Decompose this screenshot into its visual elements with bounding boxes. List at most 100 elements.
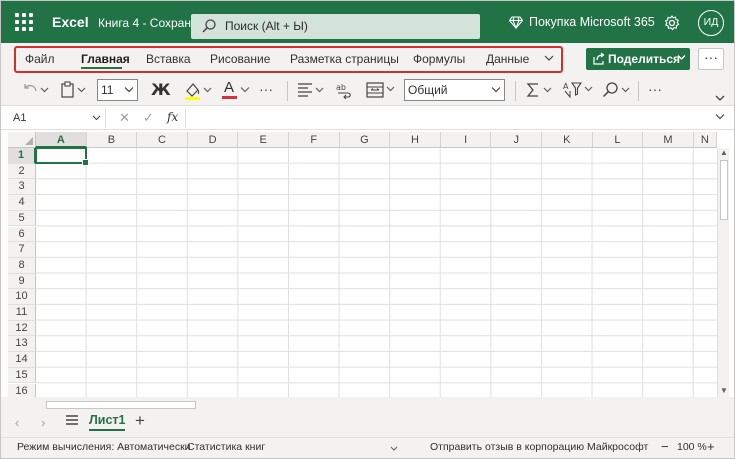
font-size-dropdown[interactable]: 11	[97, 79, 138, 101]
paste-icon[interactable]	[59, 81, 89, 99]
row-header[interactable]: 14	[8, 352, 36, 368]
formula-input[interactable]	[185, 109, 715, 128]
row-header[interactable]: 1	[8, 148, 36, 164]
name-box[interactable]: A1	[8, 109, 106, 128]
next-sheet-icon[interactable]: ›	[41, 415, 45, 430]
column-header[interactable]: D	[187, 132, 239, 148]
add-sheet-button[interactable]: +	[135, 411, 145, 431]
row-header[interactable]: 5	[8, 210, 36, 227]
tab-home[interactable]: Главная	[81, 52, 130, 66]
chevron-down-icon	[491, 87, 501, 93]
zoom-level[interactable]: 100 %	[677, 441, 707, 453]
fill-color-icon[interactable]	[183, 80, 213, 102]
zoom-out-button[interactable]: −	[661, 439, 669, 454]
scroll-up-icon[interactable]: ▲	[720, 148, 728, 157]
more-commands-icon[interactable]: ···	[648, 81, 662, 97]
sheet-tab[interactable]: Лист1	[89, 413, 126, 431]
vertical-scroll-thumb[interactable]	[720, 160, 728, 220]
number-format-dropdown[interactable]: Общий	[404, 79, 505, 101]
expand-formula-bar-icon[interactable]	[715, 113, 725, 120]
column-header[interactable]: L	[592, 132, 644, 148]
previous-sheet-icon[interactable]: ‹	[15, 415, 19, 430]
document-name[interactable]: Книга 4 - Сохранено	[98, 16, 198, 30]
buy-microsoft-365-link[interactable]: Покупка Microsoft 365	[508, 15, 655, 30]
tab-data[interactable]: Данные	[486, 52, 529, 66]
status-bar: Режим вычисления: Автоматически Статисти…	[1, 437, 734, 458]
row-header[interactable]: 11	[8, 305, 36, 321]
tab-formulas[interactable]: Формулы	[413, 52, 465, 66]
tab-file[interactable]: Файл	[25, 52, 55, 66]
feedback-link[interactable]: Отправить отзыв в корпорацию Майкрософт	[430, 441, 648, 453]
column-header[interactable]: H	[390, 132, 441, 148]
horizontal-scrollbar[interactable]	[36, 399, 717, 411]
row-header[interactable]: 4	[8, 195, 36, 211]
vertical-scrollbar[interactable]: ▲ ▼	[717, 148, 729, 397]
row-header[interactable]: 2	[8, 163, 36, 180]
search-placeholder: Поиск (Alt + Ы)	[225, 19, 308, 33]
sort-filter-icon[interactable]: A	[562, 80, 594, 100]
gear-icon[interactable]	[664, 15, 680, 31]
app-name[interactable]: Excel	[52, 14, 89, 30]
more-font-options-icon[interactable]: ···	[259, 81, 273, 97]
avatar[interactable]: ИД	[698, 10, 724, 36]
row-header[interactable]: 13	[8, 336, 36, 353]
column-header[interactable]: A	[36, 132, 87, 148]
all-sheets-menu-icon[interactable]	[65, 414, 79, 426]
column-header[interactable]: E	[238, 132, 289, 148]
row-header[interactable]: 3	[8, 179, 36, 196]
column-header[interactable]: J	[491, 132, 542, 148]
cancel-icon[interactable]: ✕	[119, 110, 130, 126]
row-header[interactable]: 10	[8, 289, 36, 305]
app-launcher-icon[interactable]	[15, 13, 33, 31]
row-header[interactable]: 8	[8, 257, 36, 274]
more-options-button[interactable]: ···	[698, 48, 724, 70]
share-button[interactable]: Поделиться	[586, 48, 690, 70]
column-header[interactable]: G	[339, 132, 391, 148]
row-header[interactable]: 9	[8, 273, 36, 290]
find-icon[interactable]	[601, 81, 633, 99]
tab-page-layout[interactable]: Разметка страницы	[290, 52, 399, 66]
diamond-icon	[508, 16, 524, 30]
tab-draw[interactable]: Рисование	[210, 52, 270, 66]
svg-text:A: A	[563, 82, 569, 91]
expand-ribbon-icon[interactable]	[715, 94, 725, 102]
undo-icon[interactable]	[21, 82, 49, 98]
autosum-icon[interactable]	[525, 81, 555, 99]
chevron-down-icon[interactable]	[543, 52, 555, 64]
horizontal-scroll-thumb[interactable]	[46, 401, 196, 409]
zoom-in-button[interactable]: +	[707, 439, 715, 454]
tab-insert[interactable]: Вставка	[146, 52, 191, 66]
chevron-down-icon[interactable]	[390, 446, 398, 451]
wrap-text-icon[interactable]: ab	[335, 81, 353, 99]
column-header[interactable]: I	[440, 132, 492, 148]
align-icon[interactable]	[297, 82, 327, 98]
calculation-mode[interactable]: Режим вычисления: Автоматически	[17, 441, 191, 453]
column-header[interactable]: M	[643, 132, 694, 148]
row-header[interactable]: 6	[8, 226, 36, 243]
scroll-down-icon[interactable]: ▼	[720, 386, 728, 395]
cell-grid[interactable]	[36, 148, 717, 397]
font-color-button[interactable]: A	[221, 79, 253, 101]
check-icon[interactable]: ✓	[143, 110, 154, 126]
row-header[interactable]: 15	[8, 367, 36, 384]
toolbar-separator	[515, 81, 516, 101]
active-cell[interactable]	[35, 147, 89, 166]
row-header[interactable]: 12	[8, 320, 36, 337]
column-header[interactable]: F	[289, 132, 340, 148]
merge-cells-icon[interactable]	[365, 81, 397, 99]
workbook-statistics[interactable]: Статистика книг	[187, 441, 265, 453]
column-header[interactable]: K	[542, 132, 593, 148]
search-box[interactable]: Поиск (Alt + Ы)	[191, 14, 480, 39]
insert-function-button[interactable]: fx	[167, 110, 178, 124]
column-header[interactable]: C	[137, 132, 188, 148]
column-header[interactable]: B	[86, 132, 138, 148]
font-size-value: 11	[101, 83, 114, 97]
select-all-button[interactable]	[8, 132, 36, 148]
row-header[interactable]: 7	[8, 242, 36, 258]
font-color-swatch	[222, 96, 237, 99]
chevron-down-icon	[92, 115, 101, 121]
title-bar: Excel Книга 4 - Сохранено Поиск (Alt + Ы…	[1, 1, 734, 43]
column-header[interactable]: N	[693, 132, 717, 148]
bold-button[interactable]: Ж	[151, 80, 171, 99]
excel-window: Excel Книга 4 - Сохранено Поиск (Alt + Ы…	[0, 0, 735, 459]
